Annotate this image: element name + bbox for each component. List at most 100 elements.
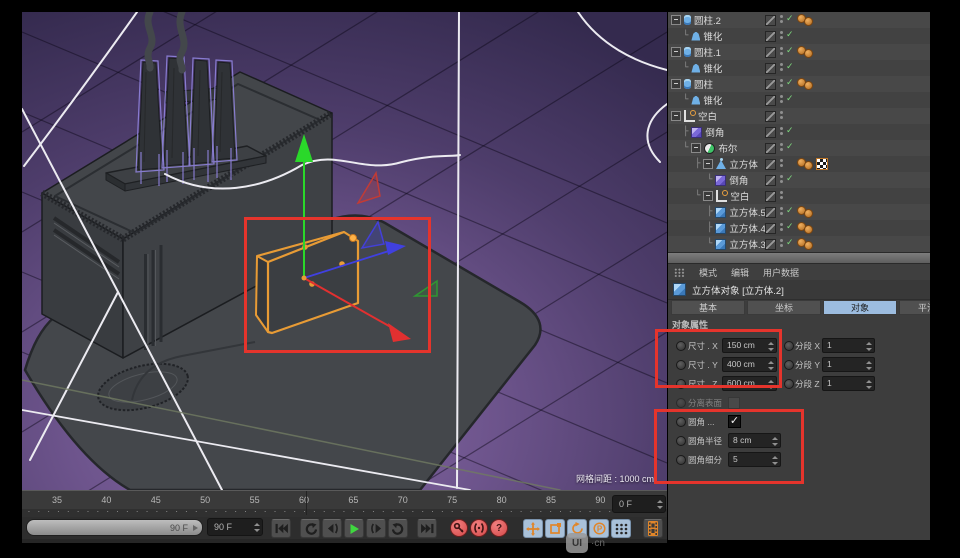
expander-icon[interactable] xyxy=(703,191,714,201)
expander-icon[interactable] xyxy=(671,79,681,89)
stepper-icon[interactable] xyxy=(656,500,663,509)
object-label[interactable]: 立方体 xyxy=(729,157,758,171)
expander-icon[interactable] xyxy=(671,47,681,57)
layer-icon[interactable] xyxy=(765,95,776,106)
visibility-dots-icon[interactable] xyxy=(780,111,784,121)
deformer-tag-icon[interactable] xyxy=(804,161,813,170)
visibility-dots-icon[interactable] xyxy=(780,223,784,233)
visibility-dots-icon[interactable] xyxy=(780,143,784,153)
object-label[interactable]: 圆柱.1 xyxy=(694,45,721,59)
menu-item-模式[interactable]: 模式 xyxy=(699,266,717,279)
film-strip-button[interactable] xyxy=(643,519,663,538)
tab-坐标[interactable]: 坐标 xyxy=(747,300,821,315)
object-row[interactable]: ├ 立方体.5 ✓ xyxy=(668,204,930,220)
expander-icon[interactable] xyxy=(671,15,681,25)
seg-y-input[interactable]: 1 xyxy=(822,357,875,372)
enabled-check-icon[interactable]: ✓ xyxy=(786,29,794,40)
layer-icon[interactable] xyxy=(765,79,776,90)
layer-icon[interactable] xyxy=(765,15,776,26)
layer-icon[interactable] xyxy=(765,143,776,154)
point-level-button[interactable] xyxy=(611,519,631,538)
play-button[interactable] xyxy=(344,519,364,538)
object-row[interactable]: 空白 xyxy=(668,108,930,124)
object-row[interactable]: 圆柱.2 ✓ xyxy=(668,12,930,28)
visibility-dots-icon[interactable] xyxy=(780,31,784,41)
object-manager[interactable]: 圆柱.2 ✓ └ 锥化 ✓ 圆柱.1 ✓ └ 锥化 ✓ 圆柱 ✓ └ 锥化 ✓ 空白 ├ 倒角 ✓ └ 布尔 ✓ ├ 立方体 └… xyxy=(668,12,930,252)
object-label[interactable]: 布尔 xyxy=(718,141,737,155)
layer-icon[interactable] xyxy=(765,207,776,218)
loop-back-button[interactable] xyxy=(300,519,320,538)
deformer-tag-icon[interactable] xyxy=(804,81,813,90)
seg-x-input[interactable]: 1 xyxy=(822,338,875,353)
next-key-button[interactable] xyxy=(366,519,386,538)
layer-icon[interactable] xyxy=(765,127,776,138)
layer-icon[interactable] xyxy=(765,223,776,234)
object-row[interactable]: └ 空白 xyxy=(668,188,930,204)
object-row[interactable]: └ 锥化 ✓ xyxy=(668,28,930,44)
visibility-dots-icon[interactable] xyxy=(780,79,784,89)
expander-icon[interactable] xyxy=(703,159,714,169)
object-label[interactable]: 空白 xyxy=(730,189,749,203)
object-row[interactable]: └ 立方体.3 ✓ xyxy=(668,236,930,252)
tab-对象[interactable]: 对象 xyxy=(823,300,897,315)
scale-button[interactable] xyxy=(545,519,565,538)
visibility-dots-icon[interactable] xyxy=(780,15,784,25)
enabled-check-icon[interactable]: ✓ xyxy=(786,61,794,72)
deformer-tag-icon[interactable] xyxy=(804,209,813,218)
stepper-icon[interactable] xyxy=(865,360,872,370)
separate-surfaces-checkbox[interactable] xyxy=(728,397,740,409)
anim-dot-icon[interactable] xyxy=(784,360,794,370)
layer-icon[interactable] xyxy=(765,159,776,170)
object-label[interactable]: 空白 xyxy=(698,109,717,123)
enabled-check-icon[interactable]: ✓ xyxy=(786,77,794,88)
layer-icon[interactable] xyxy=(765,111,776,122)
record-key-button[interactable] xyxy=(450,519,468,537)
anim-dot-icon[interactable] xyxy=(784,341,794,351)
deformer-tag-icon[interactable] xyxy=(804,225,813,234)
tab-基本[interactable]: 基本 xyxy=(671,300,745,315)
enabled-check-icon[interactable]: ✓ xyxy=(786,205,794,216)
object-label[interactable]: 立方体.5 xyxy=(729,205,765,219)
enabled-check-icon[interactable]: ✓ xyxy=(786,173,794,184)
current-frame-input[interactable]: 90 F xyxy=(207,518,263,536)
enabled-check-icon[interactable]: ✓ xyxy=(786,141,794,152)
end-frame-input[interactable]: 0 F xyxy=(612,495,666,513)
visibility-dots-icon[interactable] xyxy=(780,239,784,249)
panel-splitter[interactable] xyxy=(668,252,930,264)
enabled-check-icon[interactable]: ✓ xyxy=(786,13,794,24)
expander-icon[interactable] xyxy=(671,111,681,121)
enabled-check-icon[interactable]: ✓ xyxy=(786,221,794,232)
prev-key-button[interactable] xyxy=(322,519,342,538)
object-label[interactable]: 立方体.3 xyxy=(729,237,765,251)
object-row[interactable]: └ 布尔 ✓ xyxy=(668,140,930,156)
visibility-dots-icon[interactable] xyxy=(780,63,784,73)
object-label[interactable]: 圆柱 xyxy=(694,77,713,91)
layer-icon[interactable] xyxy=(765,63,776,74)
seg-z-input[interactable]: 1 xyxy=(822,376,875,391)
menu-item-用户数据[interactable]: 用户数据 xyxy=(763,266,799,279)
timeline-slider[interactable]: 90 F xyxy=(26,519,203,536)
layer-icon[interactable] xyxy=(765,191,776,202)
object-label[interactable]: 锥化 xyxy=(703,93,722,107)
loop-forward-button[interactable] xyxy=(388,519,408,538)
layer-icon[interactable] xyxy=(765,239,776,250)
anim-dot-icon[interactable] xyxy=(784,379,794,389)
object-label[interactable]: 倒角 xyxy=(705,125,724,139)
texture-tag-icon[interactable] xyxy=(816,158,828,170)
menu-item-编辑[interactable]: 编辑 xyxy=(731,266,749,279)
panel-menu-icon[interactable] xyxy=(674,267,685,277)
deformer-tag-icon[interactable] xyxy=(804,17,813,26)
object-row[interactable]: ├ 立方体 xyxy=(668,156,930,172)
visibility-dots-icon[interactable] xyxy=(780,95,784,105)
object-label[interactable]: 锥化 xyxy=(703,61,722,75)
object-row[interactable]: └ 锥化 ✓ xyxy=(668,92,930,108)
object-row[interactable]: └ 倒角 ✓ xyxy=(668,172,930,188)
visibility-dots-icon[interactable] xyxy=(780,191,784,201)
object-label[interactable]: 立方体.4 xyxy=(729,221,765,235)
skip-end-button[interactable] xyxy=(417,519,437,538)
deformer-tag-icon[interactable] xyxy=(804,241,813,250)
visibility-dots-icon[interactable] xyxy=(780,47,784,57)
object-label[interactable]: 圆柱.2 xyxy=(694,13,721,27)
object-row[interactable]: └ 锥化 ✓ xyxy=(668,60,930,76)
question-button[interactable]: ? xyxy=(490,519,508,537)
